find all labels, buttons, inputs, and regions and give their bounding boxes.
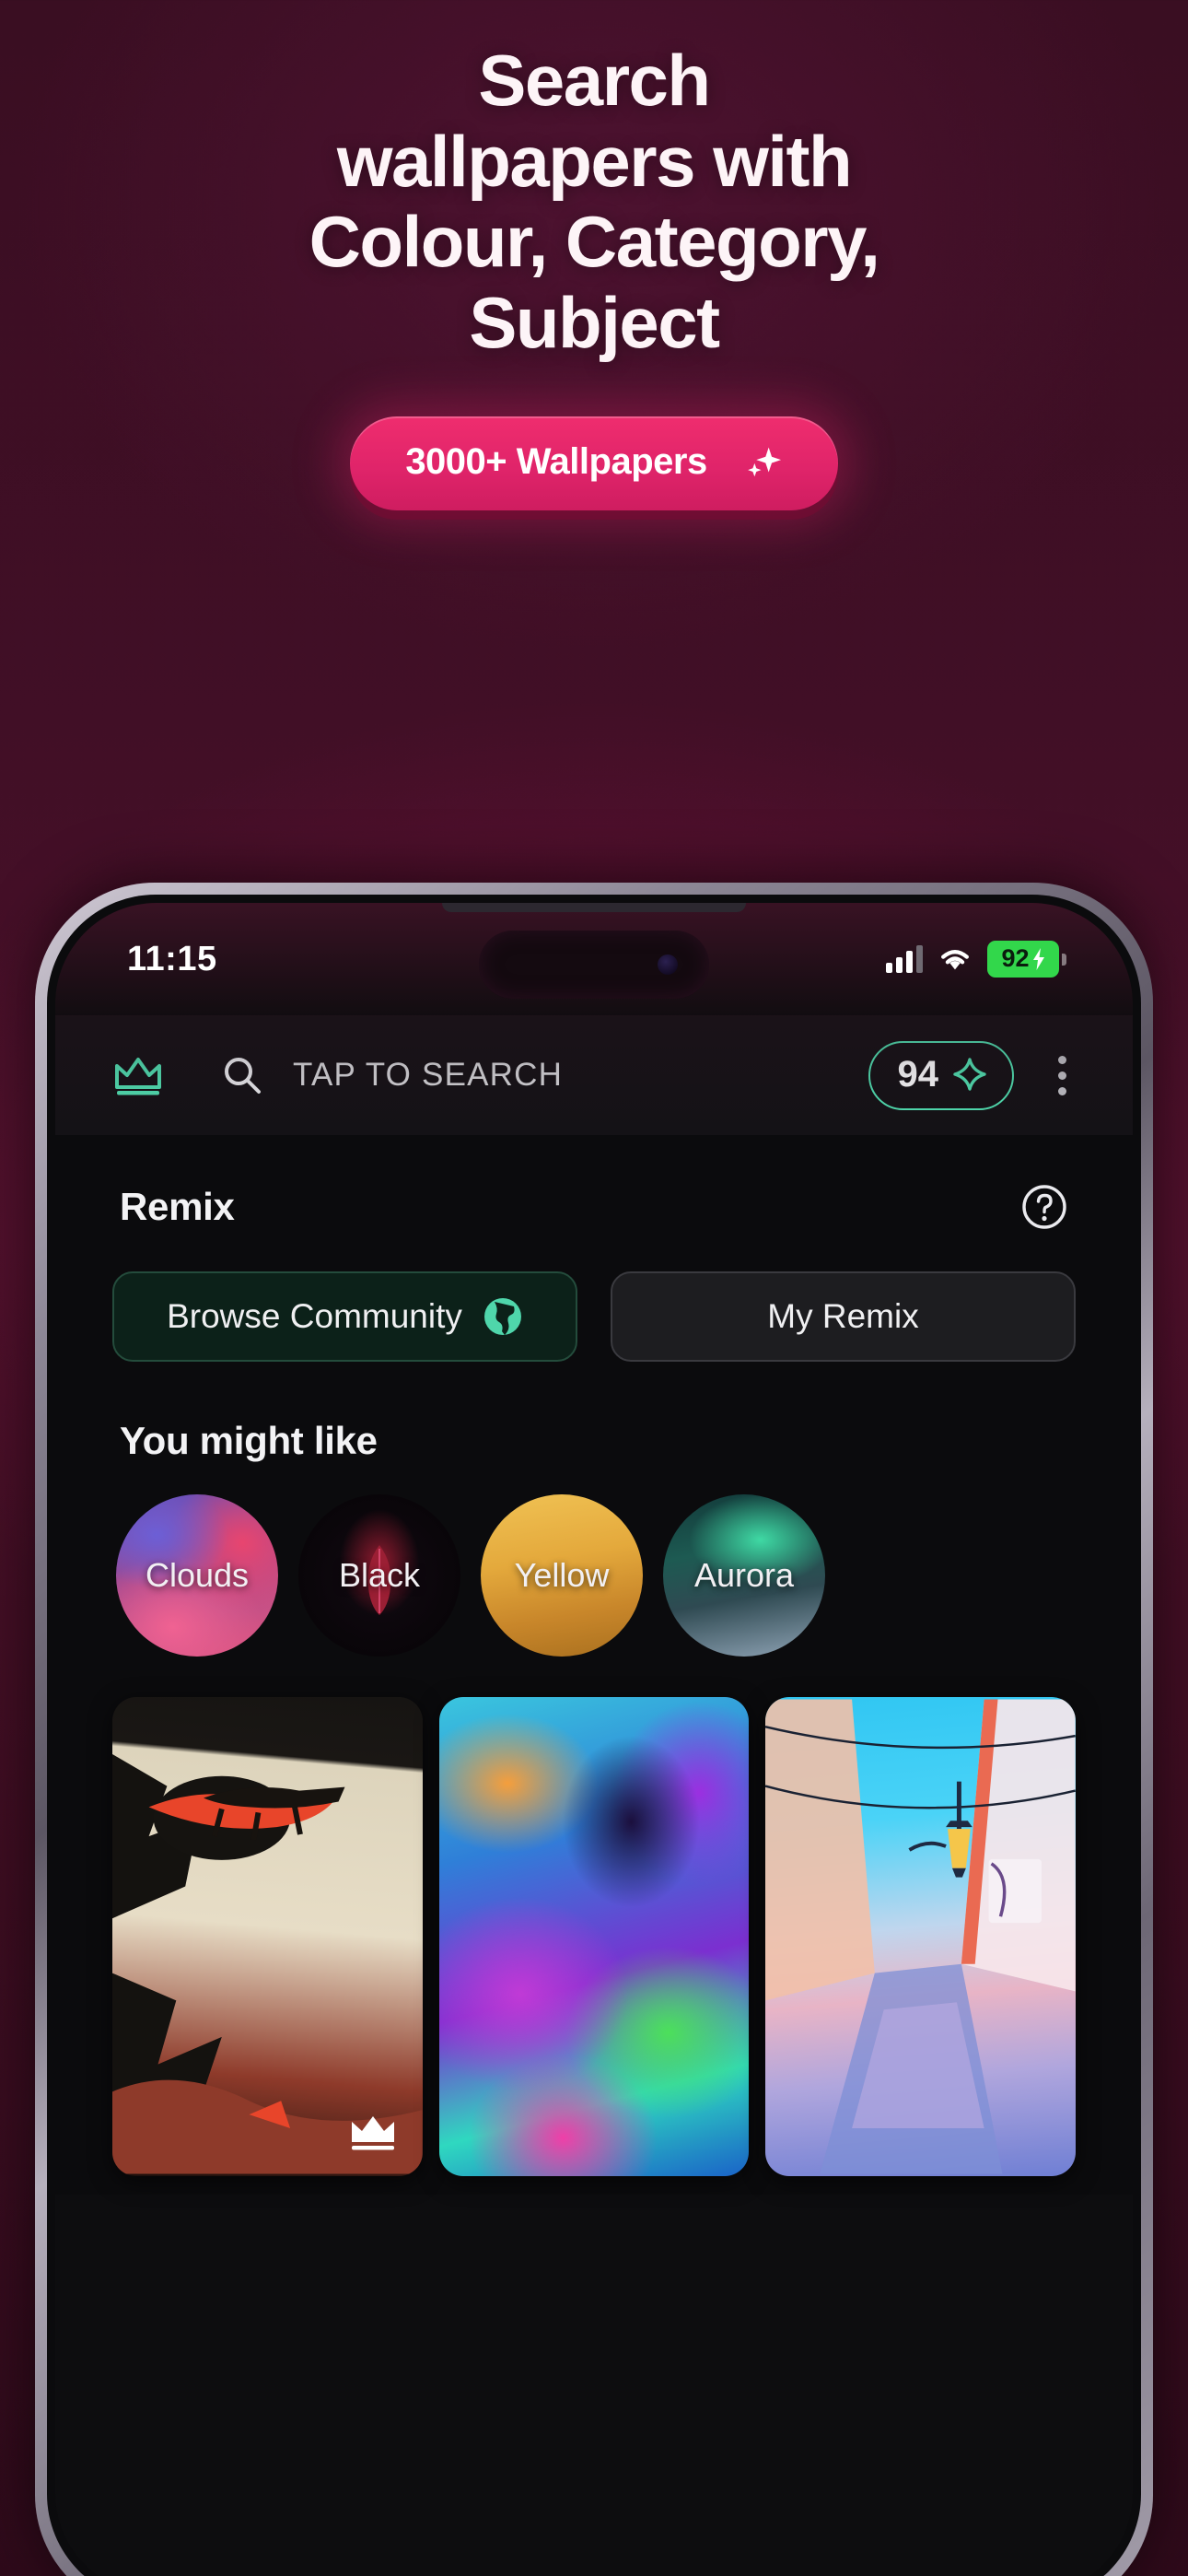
category-chip-black[interactable]: Black bbox=[298, 1494, 460, 1657]
search-icon[interactable] bbox=[221, 1054, 263, 1096]
crown-icon[interactable] bbox=[112, 1054, 164, 1096]
chip-label: Aurora bbox=[693, 1556, 795, 1594]
chip-label: Clouds bbox=[145, 1556, 250, 1594]
you-might-like-title: You might like bbox=[120, 1419, 378, 1462]
app-top-bar: TAP TO SEARCH 94 bbox=[55, 1015, 1133, 1135]
status-indicators: 92 bbox=[886, 941, 1066, 978]
dynamic-island bbox=[479, 931, 709, 999]
battery-indicator: 92 bbox=[987, 941, 1066, 978]
app-content: Remix Browse Community My Remix You migh… bbox=[55, 1135, 1133, 2195]
front-camera-icon bbox=[658, 954, 678, 975]
headline-line-1: Search bbox=[478, 40, 711, 121]
search-input[interactable]: TAP TO SEARCH bbox=[293, 1057, 868, 1094]
battery-level: 92 bbox=[1001, 944, 1030, 972]
page-title: Search wallpapers with Colour, Category,… bbox=[0, 40, 1188, 363]
lightning-bolt-icon bbox=[1032, 947, 1044, 970]
status-bar: 11:15 92 bbox=[55, 903, 1133, 1015]
wallpaper-art bbox=[765, 1699, 1077, 2174]
cellular-signal-icon bbox=[886, 945, 923, 973]
headline-line-2: wallpapers with bbox=[336, 120, 853, 202]
phone-mockup: 11:15 92 TAP TO SEARCH 94 Remix Browse C… bbox=[35, 883, 1153, 2576]
my-remix-label: My Remix bbox=[767, 1297, 919, 1335]
headline-line-3: Colour, Category, bbox=[309, 201, 880, 283]
phone-bezel: 11:15 92 TAP TO SEARCH 94 Remix Browse C… bbox=[47, 895, 1141, 2576]
chip-label: Black bbox=[338, 1556, 421, 1594]
status-time: 11:15 bbox=[127, 939, 217, 978]
sparkle-diamond-icon bbox=[953, 1058, 986, 1091]
badge-label: 3000+ Wallpapers bbox=[405, 440, 707, 482]
badge-row: 3000+ Wallpapers bbox=[0, 416, 1188, 511]
battery-tip bbox=[1062, 953, 1066, 966]
my-remix-button[interactable]: My Remix bbox=[611, 1271, 1076, 1362]
kebab-menu-icon[interactable] bbox=[1045, 1047, 1079, 1105]
headline-line-4: Subject bbox=[469, 281, 720, 363]
wallpapers-count-badge[interactable]: 3000+ Wallpapers bbox=[350, 416, 838, 511]
remix-title: Remix bbox=[120, 1185, 235, 1228]
credits-badge[interactable]: 94 bbox=[868, 1040, 1014, 1110]
category-chip-row: Clouds Black Yellow Aurora bbox=[112, 1494, 1076, 1657]
category-chip-clouds[interactable]: Clouds bbox=[116, 1494, 278, 1657]
street-alley-wallpaper[interactable] bbox=[765, 1697, 1077, 2176]
globe-icon bbox=[483, 1298, 521, 1335]
abstract-liquid-wallpaper[interactable] bbox=[438, 1697, 750, 2176]
remix-buttons: Browse Community My Remix bbox=[112, 1271, 1076, 1362]
chip-label: Yellow bbox=[514, 1556, 610, 1594]
credits-value: 94 bbox=[897, 1053, 939, 1095]
crown-icon bbox=[351, 2116, 394, 2150]
help-circle-icon[interactable] bbox=[1020, 1183, 1068, 1231]
category-chip-yellow[interactable]: Yellow bbox=[481, 1494, 643, 1657]
remix-section-header: Remix bbox=[112, 1135, 1076, 1231]
sparkles-icon bbox=[747, 447, 781, 477]
hero-section: Search wallpapers with Colour, Category,… bbox=[0, 0, 1188, 511]
phone-screen: 11:15 92 TAP TO SEARCH 94 Remix Browse C… bbox=[55, 903, 1133, 2576]
wallpaper-art bbox=[112, 1753, 423, 2174]
browse-community-button[interactable]: Browse Community bbox=[112, 1271, 577, 1362]
forest-lizard-wallpaper[interactable] bbox=[112, 1697, 423, 2176]
wallpaper-grid bbox=[112, 1697, 1077, 2195]
browse-community-label: Browse Community bbox=[167, 1297, 462, 1335]
category-chip-aurora[interactable]: Aurora bbox=[663, 1494, 825, 1657]
wifi-icon bbox=[941, 950, 969, 970]
